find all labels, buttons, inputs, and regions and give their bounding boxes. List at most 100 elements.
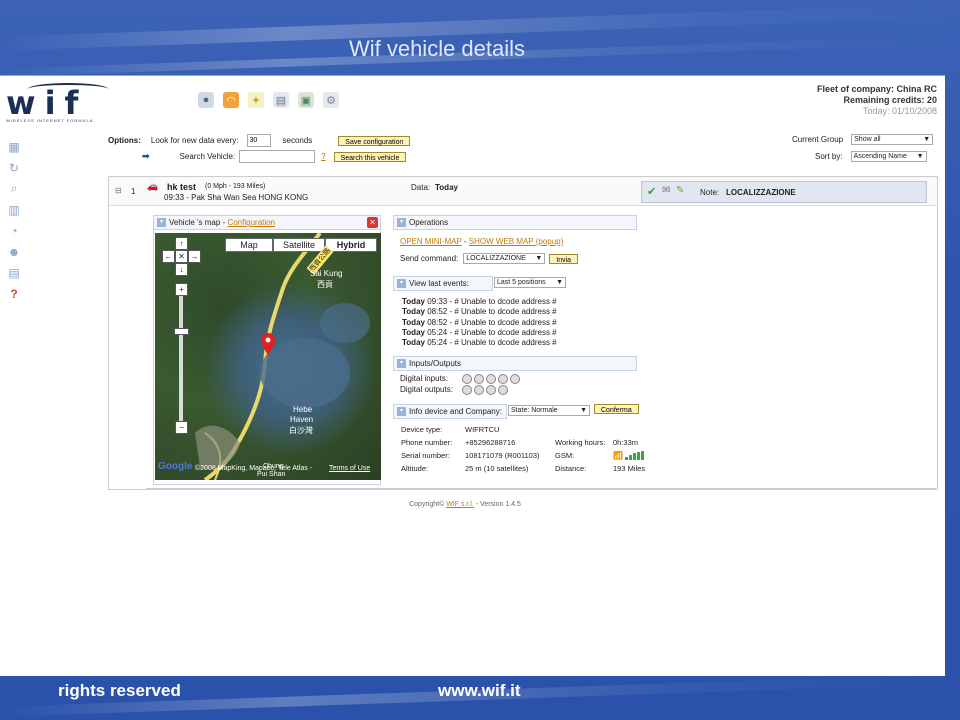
pan-center-icon[interactable]: ✕	[175, 250, 188, 263]
show-web-map-link[interactable]: SHOW WEB MAP (popup)	[469, 237, 564, 246]
chevron-down-icon: ▼	[535, 255, 543, 262]
map-type-satellite-button[interactable]: Satellite	[273, 238, 325, 252]
operations-box: ▾ Operations	[393, 215, 637, 230]
group-row: Current Group Show all ▼	[792, 134, 934, 145]
home-icon[interactable]: ●	[198, 92, 214, 108]
map-label-haven: Haven	[290, 415, 314, 424]
collapse-icon[interactable]: ⊟	[115, 186, 122, 195]
configuration-link[interactable]: Configuration	[227, 218, 275, 227]
app-window: wif WIRELESS INTERNET FORMULA ● ◠ ✦ ▤ ▣ …	[0, 75, 945, 676]
options-row: Options: Look for new data every: second…	[108, 134, 411, 147]
table-icon[interactable]: ▤	[5, 264, 23, 281]
users-icon[interactable]: ☻	[5, 243, 23, 260]
fleet-info: Fleet of company: China RC Remaining cre…	[817, 84, 937, 117]
antenna-icon: 📶	[613, 450, 623, 460]
vehicle-name[interactable]: hk test	[167, 182, 196, 192]
help-icon[interactable]: ?	[5, 285, 23, 302]
conferma-button[interactable]: Conferma	[594, 404, 639, 414]
command-select[interactable]: LOCALIZZAZIONE ▼	[463, 253, 546, 264]
input-indicator-icon	[462, 373, 472, 384]
photo-icon[interactable]: ▣	[298, 92, 314, 108]
device-header[interactable]: ▾ Info device and Company:	[393, 404, 507, 419]
open-mini-map-link[interactable]: OPEN MINI-MAP	[400, 237, 462, 246]
note-label: Note:	[700, 188, 720, 197]
vehicle-header[interactable]: ⊟ 1 🚗 hk test (0 Mph - 193 Miles) 09:33 …	[109, 177, 937, 206]
interval-input[interactable]	[246, 134, 271, 147]
data-value: Today	[435, 183, 458, 192]
data-label: Data:	[411, 183, 431, 192]
car-icon: 🚗	[147, 181, 159, 191]
document-icon[interactable]: ▤	[273, 92, 289, 108]
help-link[interactable]: ?	[321, 152, 325, 161]
chevron-down-icon: ▼	[923, 136, 931, 143]
vehicle-location: 09:33 - Pak Sha Wan Sea HONG KONG	[164, 193, 309, 202]
output-indicator-icon	[486, 384, 496, 395]
pan-left-icon[interactable]: ←	[162, 250, 175, 263]
envelope-icon[interactable]: ✉	[662, 185, 670, 196]
invia-button[interactable]: Invia	[549, 253, 579, 264]
map-label-haven-cn: 白沙灣	[289, 426, 313, 435]
copyright: Copyright© WIF s.r.l. - Version 1.4.5	[409, 501, 521, 508]
settings-icon[interactable]: ⚙	[323, 92, 339, 108]
search-vehicle-button[interactable]: Search this vehicle	[333, 151, 407, 162]
map-label-hebe: Hebe	[293, 405, 313, 414]
vehicle-marker-icon[interactable]	[261, 333, 275, 355]
toggle-icon[interactable]: ▾	[397, 218, 406, 227]
toggle-icon[interactable]: ▾	[397, 359, 406, 368]
refresh-icon[interactable]: ↻	[5, 159, 23, 176]
close-icon[interactable]: ✕	[367, 217, 378, 228]
map-box-header: ▾ Vehicle 's map - Configuration ✕	[154, 216, 380, 230]
positions-select[interactable]: Last 5 positions ▼	[494, 277, 566, 288]
zoom-slider-handle[interactable]	[174, 328, 189, 335]
rss-icon[interactable]: ◠	[223, 92, 239, 108]
pan-right-icon[interactable]: →	[188, 250, 201, 263]
pan-down-icon[interactable]: ↓	[175, 263, 188, 276]
terms-of-use-link[interactable]: Terms of Use	[329, 465, 370, 472]
save-configuration-button[interactable]: Save configuration	[338, 135, 411, 146]
vehicle-index: 1	[131, 187, 136, 196]
chevron-down-icon: ▼	[580, 407, 587, 414]
sort-row: Sort by: Ascending Name ▼	[815, 151, 927, 162]
map-attribution: ©2008 MapKing, Mapabc, Tele Atlas -	[195, 465, 313, 472]
toggle-icon[interactable]: ▾	[397, 407, 406, 416]
sort-select[interactable]: Ascending Name ▼	[850, 151, 927, 162]
star-icon[interactable]: ✦	[248, 92, 264, 108]
left-nav: ▦ ↻ ⌕ ▥ ◔ ☻ ▤ ?	[5, 138, 27, 302]
operations-links: OPEN MINI-MAP - SHOW WEB MAP (popup)	[400, 237, 564, 246]
output-indicator-icon	[498, 384, 508, 395]
state-select[interactable]: State: Normale ▼	[508, 405, 590, 416]
events-header[interactable]: ▾ View last events:	[393, 276, 493, 291]
map-label-pui: Pui Shan	[257, 471, 286, 478]
digital-outputs-label: Digital outputs:	[400, 385, 453, 394]
vehicle-icon[interactable]: ▦	[5, 138, 23, 155]
table-row: Phone number: +85296288716 Working hours:…	[401, 438, 639, 447]
company-link[interactable]: WIF s.r.l.	[446, 501, 474, 508]
operations-header[interactable]: ▾ Operations	[393, 215, 637, 230]
group-select[interactable]: Show all ▼	[851, 134, 934, 145]
map-label-saikung: Sai Kung	[310, 269, 343, 278]
signal-strength-icon	[625, 451, 645, 461]
satellite-map[interactable]: Map Satellite Hybrid ↑ ← ✕ → ↓ + − 西貢公路 …	[155, 233, 381, 480]
calendar-icon[interactable]: ▥	[5, 201, 23, 218]
list-item: Today 08:52 - # Unable to dcode address …	[402, 307, 557, 317]
map-roads	[195, 233, 370, 480]
zoom-in-icon[interactable]: +	[175, 283, 188, 296]
zoom-slider-track[interactable]	[179, 296, 183, 421]
google-logo: Google	[158, 461, 193, 472]
digital-inputs-label: Digital inputs:	[400, 374, 449, 383]
search-vehicle-input[interactable]	[239, 150, 316, 163]
map-type-hybrid-button[interactable]: Hybrid	[325, 238, 377, 252]
note-value: LOCALIZZAZIONE	[726, 188, 796, 197]
toggle-icon[interactable]: ▾	[157, 218, 166, 227]
edit-icon[interactable]: ✎	[676, 185, 684, 196]
map-type-map-button[interactable]: Map	[225, 238, 273, 252]
chart-icon[interactable]: ◔	[5, 222, 23, 239]
zoom-out-icon[interactable]: −	[175, 421, 188, 434]
toggle-icon[interactable]: ▾	[397, 279, 406, 288]
search-icon[interactable]: ⌕	[5, 180, 23, 197]
slide-title: Wif vehicle details	[348, 36, 526, 61]
pan-up-icon[interactable]: ↑	[175, 237, 188, 250]
chevron-down-icon: ▼	[916, 153, 924, 160]
check-icon[interactable]: ✔	[647, 185, 656, 198]
io-header[interactable]: ▾ Inputs/Outputs	[393, 356, 637, 371]
